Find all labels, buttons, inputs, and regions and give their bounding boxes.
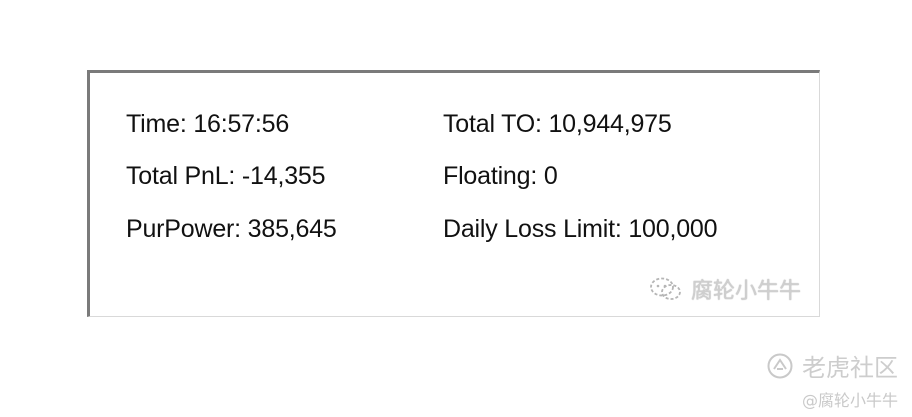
total-to-label: Total TO: 10,944,975: [443, 110, 672, 138]
tiger-community-logo-icon: [766, 352, 794, 380]
pur-power-label: PurPower: 385,645: [126, 215, 337, 243]
screenshot-canvas: Time: 16:57:56 Total PnL: -14,355 PurPow…: [0, 0, 912, 417]
account-summary-panel: Time: 16:57:56 Total PnL: -14,355 PurPow…: [87, 70, 820, 317]
floating-label: Floating: 0: [443, 162, 558, 190]
inner-watermark: 腐轮小牛牛: [649, 273, 801, 305]
inner-watermark-text: 腐轮小牛牛: [690, 279, 801, 304]
time-label: Time: 16:57:56: [126, 110, 290, 138]
daily-loss-limit-label: Daily Loss Limit: 100,000: [443, 215, 718, 243]
outer-watermark: 老虎社区 @腐轮小牛牛: [766, 348, 898, 411]
total-pnl-label: Total PnL: -14,355: [126, 162, 326, 190]
outer-watermark-brand: 老虎社区: [766, 348, 898, 383]
wechat-logo-icon: [649, 276, 683, 302]
outer-watermark-handle: @腐轮小牛牛: [801, 391, 898, 410]
outer-watermark-brand-text: 老虎社区: [802, 354, 898, 382]
